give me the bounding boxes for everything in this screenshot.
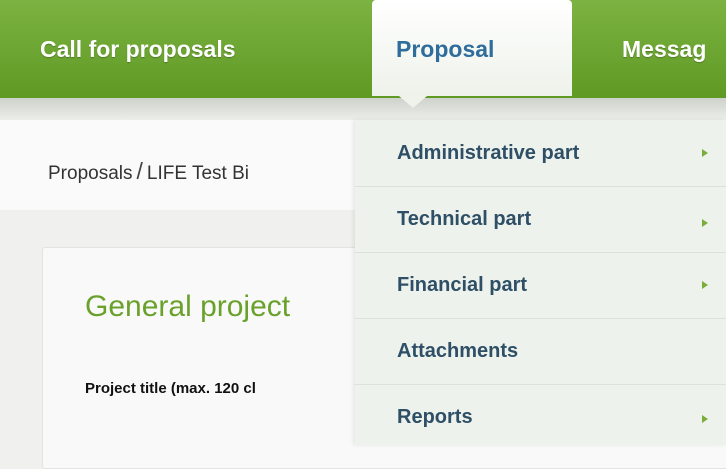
menu-item-administrative-part[interactable]: Administrative part bbox=[355, 120, 726, 187]
submenu-arrow-icon bbox=[702, 149, 708, 157]
menu-item-label: Attachments bbox=[397, 340, 519, 362]
submenu-arrow-icon bbox=[702, 219, 708, 227]
menu-item-attachments[interactable]: Attachments bbox=[355, 318, 726, 385]
breadcrumb: Proposals / LIFE Test Bi bbox=[48, 158, 249, 185]
menu-item-label: Technical part bbox=[397, 208, 532, 230]
active-tab-caret bbox=[399, 96, 427, 108]
nav-tab-messages[interactable]: Messag bbox=[622, 0, 706, 98]
project-title-label: Project title (max. 120 cl bbox=[85, 380, 256, 397]
menu-item-reports[interactable]: Reports bbox=[355, 384, 726, 445]
section-title: General project bbox=[85, 290, 291, 323]
menu-item-label: Reports bbox=[397, 406, 473, 428]
menu-item-financial-part[interactable]: Financial part bbox=[355, 252, 726, 319]
breadcrumb-separator: / bbox=[136, 158, 143, 184]
breadcrumb-current: LIFE Test Bi bbox=[146, 163, 249, 184]
nav-tab-call-for-proposals[interactable]: Call for proposals bbox=[40, 0, 236, 98]
menu-item-label: Administrative part bbox=[397, 142, 580, 164]
menu-item-technical-part[interactable]: Technical part bbox=[355, 186, 726, 253]
proposal-dropdown-menu: Administrative part Technical part Finan… bbox=[355, 120, 726, 445]
menu-item-label: Financial part bbox=[397, 274, 528, 296]
submenu-arrow-icon bbox=[702, 281, 708, 289]
breadcrumb-proposals-link[interactable]: Proposals bbox=[48, 163, 133, 184]
nav-shadow-band bbox=[0, 98, 726, 120]
nav-tab-proposal[interactable]: Proposal bbox=[372, 0, 572, 96]
submenu-arrow-icon bbox=[702, 415, 708, 423]
